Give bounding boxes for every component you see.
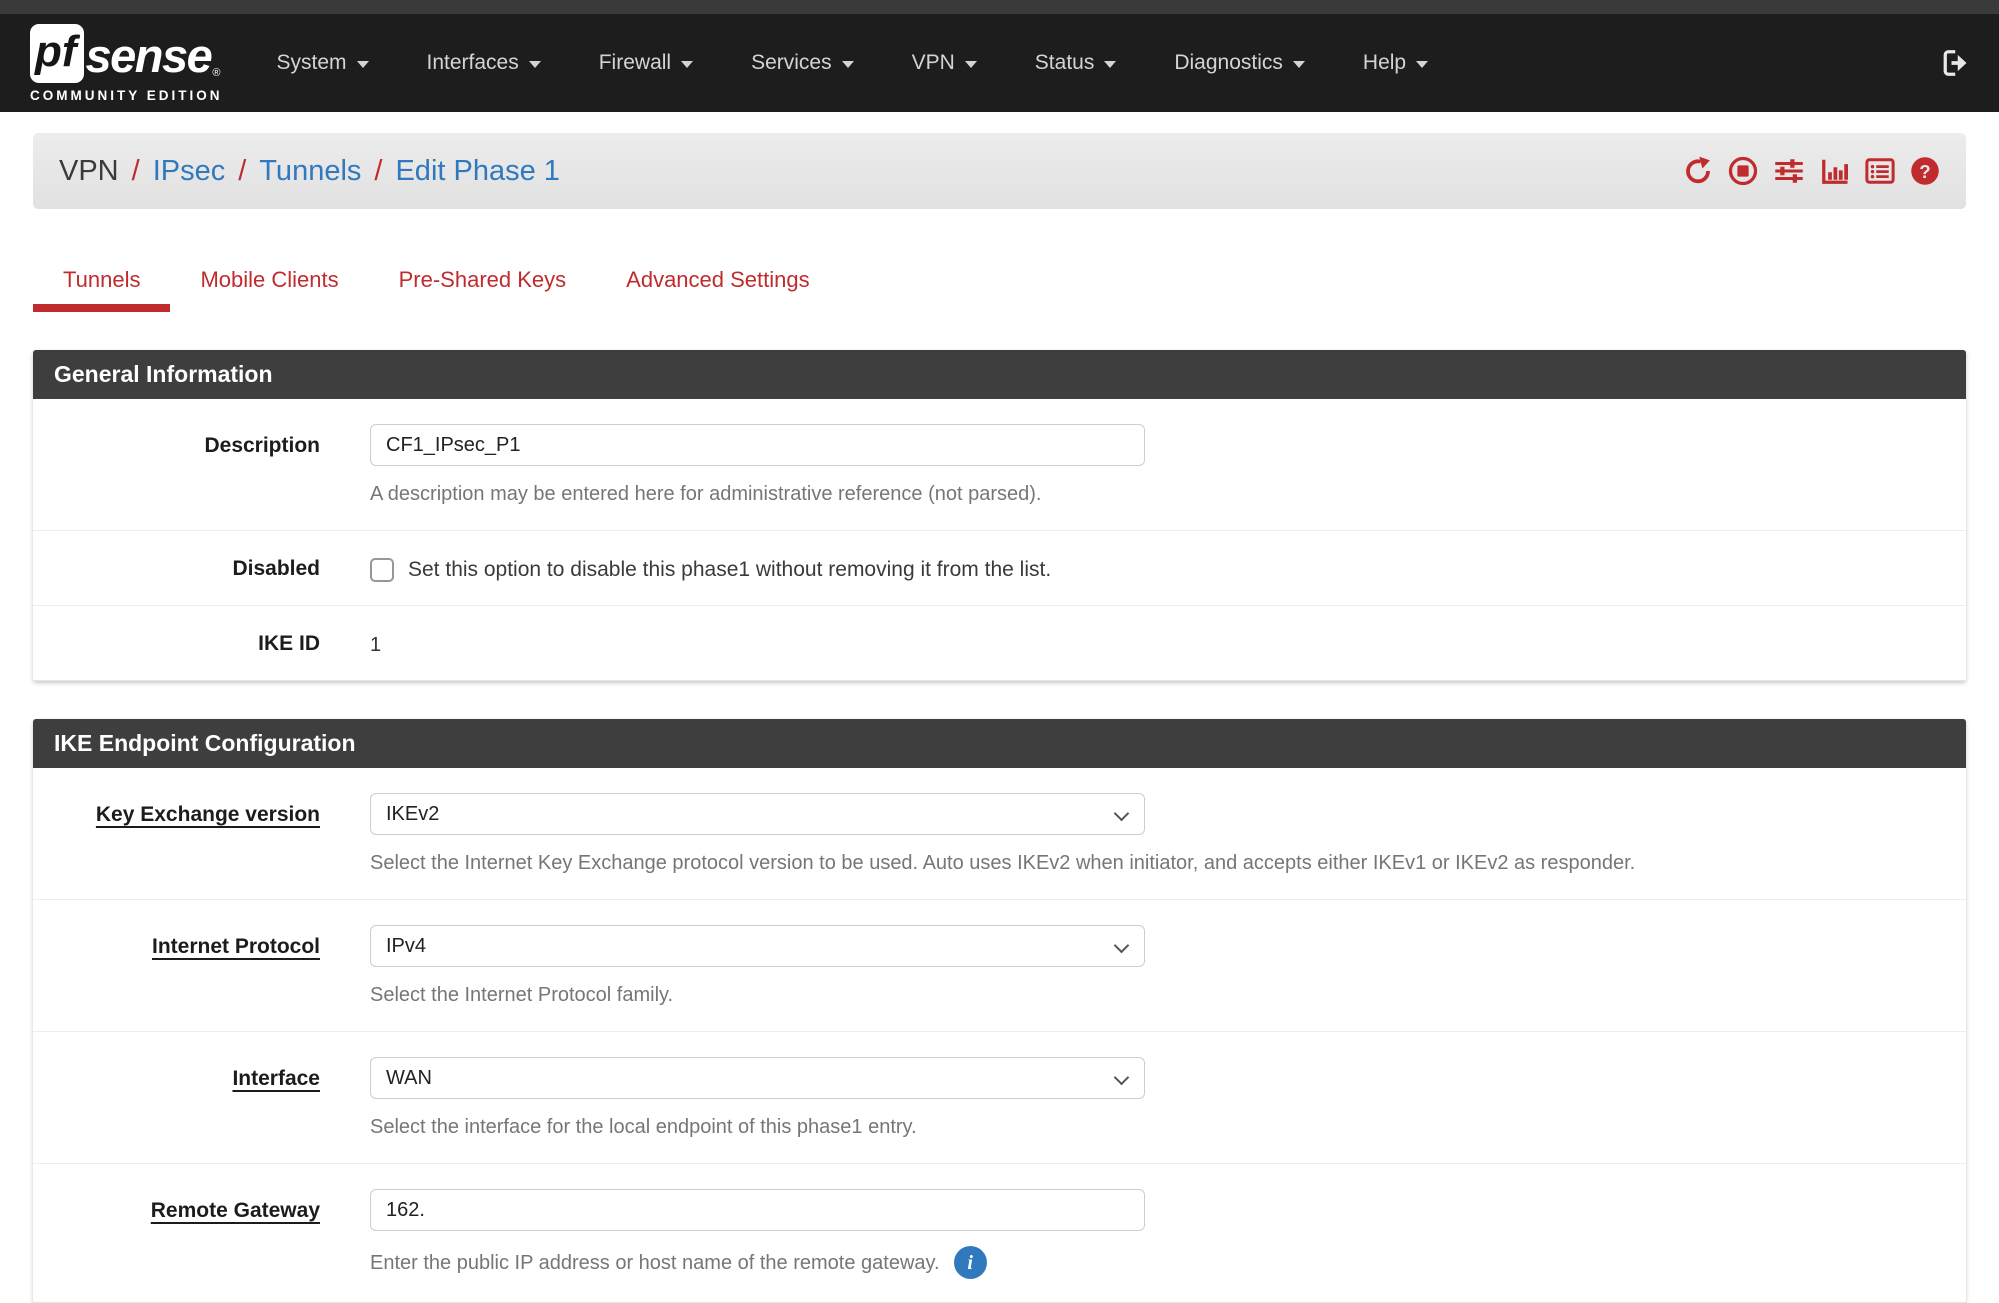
tab-tunnels[interactable]: Tunnels [33,251,170,312]
form-row-key-exchange-version: Key Exchange version IKEv2 Select the In… [33,768,1966,900]
breadcrumb-link-edit-phase1[interactable]: Edit Phase 1 [395,155,559,188]
tab-advanced-settings[interactable]: Advanced Settings [596,251,839,312]
internet-protocol-select[interactable]: IPv4 [370,925,1145,967]
bar-chart-icon[interactable] [1820,156,1850,186]
panel-general-information: General Information Description A descri… [33,350,1966,681]
internet-protocol-label: Internet Protocol [33,925,320,1008]
chevron-down-icon [1114,938,1130,954]
nav-item-status[interactable]: Status [1035,51,1117,75]
page-action-icons: ? [1683,156,1940,186]
panel-title: IKE Endpoint Configuration [33,719,1966,768]
caret-down-icon [1293,61,1305,68]
breadcrumb-section: VPN [59,155,119,188]
pfsense-logo[interactable]: pf sense ® COMMUNITY EDITION [30,24,223,103]
logo-pf-mark: pf [30,24,84,83]
key-exchange-version-select[interactable]: IKEv2 [370,793,1145,835]
remote-gateway-label: Remote Gateway [33,1189,320,1279]
remote-gateway-help: Enter the public IP address or host name… [370,1246,1966,1279]
ike-id-label: IKE ID [33,631,320,657]
disabled-checkbox[interactable] [370,558,394,582]
ike-id-value: 1 [370,631,1966,657]
selected-value: WAN [386,1067,432,1090]
form-row-remote-gateway: Remote Gateway Enter the public IP addre… [33,1164,1966,1303]
caret-down-icon [842,61,854,68]
nav-item-firewall[interactable]: Firewall [599,51,693,75]
description-input[interactable] [370,424,1145,466]
tab-mobile-clients[interactable]: Mobile Clients [170,251,368,312]
caret-down-icon [965,61,977,68]
info-icon[interactable]: i [954,1246,987,1279]
navbar-top-strip [0,0,1999,14]
registered-mark: ® [212,67,220,83]
breadcrumb-link-ipsec[interactable]: IPsec [153,155,226,188]
nav-item-label: Interfaces [427,51,519,75]
disabled-checkbox-text: Set this option to disable this phase1 w… [408,558,1051,582]
form-row-ike-id: IKE ID 1 [33,606,1966,681]
description-label: Description [33,424,320,507]
interface-help: Select the interface for the local endpo… [370,1114,1966,1140]
caret-down-icon [1416,61,1428,68]
nav-item-interfaces[interactable]: Interfaces [427,51,541,75]
logo-sense-text: sense [86,32,212,83]
form-row-description: Description A description may be entered… [33,399,1966,531]
nav-item-label: VPN [912,51,955,75]
refresh-icon[interactable] [1683,156,1713,186]
form-row-disabled: Disabled Set this option to disable this… [33,531,1966,606]
nav-item-diagnostics[interactable]: Diagnostics [1174,51,1305,75]
nav-item-label: Firewall [599,51,671,75]
navbar-menu: System Interfaces Firewall Services VPN … [277,51,1940,75]
nav-item-label: Services [751,51,832,75]
stop-circle-icon[interactable] [1728,156,1758,186]
form-row-internet-protocol: Internet Protocol IPv4 Select the Intern… [33,900,1966,1032]
chevron-down-icon [1114,806,1130,822]
nav-item-system[interactable]: System [277,51,369,75]
breadcrumb-separator: / [132,155,140,188]
breadcrumb-separator: / [374,155,382,188]
form-row-interface: Interface WAN Select the interface for t… [33,1032,1966,1164]
caret-down-icon [529,61,541,68]
tab-pre-shared-keys[interactable]: Pre-Shared Keys [369,251,597,312]
breadcrumb-link-tunnels[interactable]: Tunnels [259,155,361,188]
caret-down-icon [357,61,369,68]
selected-value: IPv4 [386,935,426,958]
question-circle-icon[interactable]: ? [1910,156,1940,186]
tab-bar: Tunnels Mobile Clients Pre-Shared Keys A… [33,251,1966,312]
panel-ike-endpoint-configuration: IKE Endpoint Configuration Key Exchange … [33,719,1966,1303]
logout-icon[interactable] [1939,48,1969,78]
nav-item-label: Status [1035,51,1095,75]
logo-subtitle: COMMUNITY EDITION [30,88,223,103]
nav-item-services[interactable]: Services [751,51,854,75]
panel-title: General Information [33,350,1966,399]
nav-item-label: Diagnostics [1174,51,1283,75]
disabled-label: Disabled [33,556,320,582]
remote-gateway-help-text: Enter the public IP address or host name… [370,1250,940,1276]
nav-item-label: Help [1363,51,1406,75]
sliders-icon[interactable] [1773,156,1805,186]
breadcrumb: VPN / IPsec / Tunnels / Edit Phase 1 [59,155,560,188]
breadcrumb-bar: VPN / IPsec / Tunnels / Edit Phase 1 [33,133,1966,209]
key-exchange-version-label: Key Exchange version [33,793,320,876]
chevron-down-icon [1114,1070,1130,1086]
caret-down-icon [681,61,693,68]
navbar: pf sense ® COMMUNITY EDITION System Inte… [0,14,1999,112]
list-alt-icon[interactable] [1865,156,1895,186]
nav-item-label: System [277,51,347,75]
key-exchange-version-help: Select the Internet Key Exchange protoco… [370,850,1966,876]
description-help: A description may be entered here for ad… [370,481,1966,507]
nav-item-help[interactable]: Help [1363,51,1428,75]
svg-text:?: ? [1919,161,1930,182]
interface-label: Interface [33,1057,320,1140]
nav-item-vpn[interactable]: VPN [912,51,977,75]
selected-value: IKEv2 [386,803,439,826]
remote-gateway-input[interactable] [370,1189,1145,1231]
interface-select[interactable]: WAN [370,1057,1145,1099]
caret-down-icon [1104,61,1116,68]
breadcrumb-separator: / [238,155,246,188]
internet-protocol-help: Select the Internet Protocol family. [370,982,1966,1008]
